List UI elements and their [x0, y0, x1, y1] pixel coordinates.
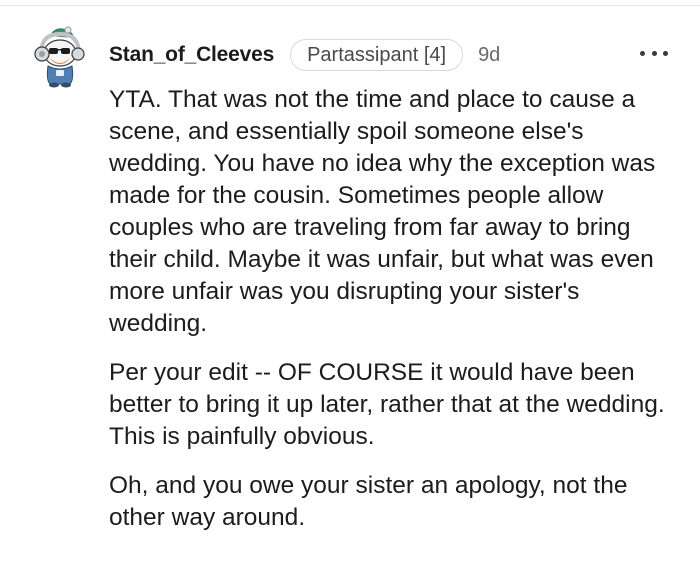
snoo-avatar-icon[interactable] [32, 22, 88, 88]
more-horizontal-icon[interactable] [640, 44, 668, 62]
comment: Stan_of_Cleeves Partassipant [4] 9d YTA.… [0, 0, 700, 578]
dot [663, 50, 668, 56]
comment-paragraph: Per your edit -- OF COURSE it would have… [109, 359, 665, 450]
author-username[interactable]: Stan_of_Cleeves [109, 43, 274, 67]
comment-body: YTA. That was not the time and place to … [109, 84, 674, 551]
dot [651, 50, 657, 56]
dot [640, 50, 645, 56]
comment-paragraph: YTA. That was not the time and place to … [109, 86, 656, 337]
comment-header: Stan_of_Cleeves Partassipant [4] 9d [109, 38, 500, 72]
comment-paragraph: Oh, and you owe your sister an apology, … [109, 472, 628, 531]
user-flair: Partassipant [4] [290, 39, 464, 71]
comment-timestamp[interactable]: 9d [478, 44, 500, 67]
